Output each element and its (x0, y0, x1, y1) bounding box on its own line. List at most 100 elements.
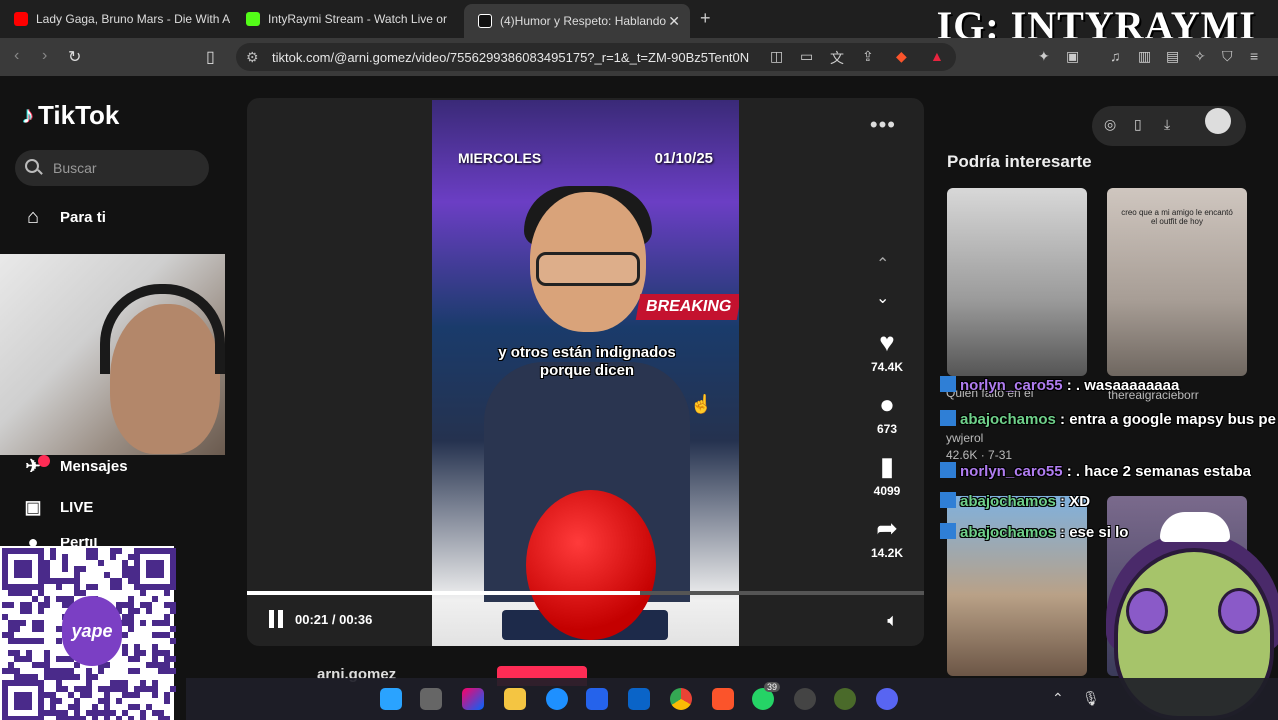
tab-title: Lady Gaga, Bruno Mars - Die With A (36, 12, 230, 26)
tiktok-note-icon: ♪ (22, 101, 34, 129)
share-button[interactable]: ➦ 14.2K (861, 514, 913, 560)
share-icon[interactable]: ⇪ (862, 48, 874, 65)
qr-module (62, 554, 68, 560)
qr-module (128, 704, 134, 710)
comment-button[interactable]: ● 673 (861, 390, 913, 436)
qr-module (50, 710, 56, 716)
forward-icon[interactable]: › (42, 47, 47, 65)
tab-tiktok[interactable]: (4)Humor y Respeto: Hablando ✕ (464, 4, 690, 38)
qr-module (122, 680, 128, 686)
qr-module (86, 710, 92, 716)
cast-icon[interactable]: ◫ (770, 48, 783, 65)
qr-module (140, 710, 146, 716)
bookmark-icon[interactable]: ▯ (206, 47, 215, 67)
file-explorer-icon[interactable] (504, 688, 526, 710)
sidebar-icon[interactable]: ▥ (1138, 48, 1151, 65)
save-count: 4099 (873, 484, 901, 498)
nav-item-messages[interactable]: ✈ Mensajes (20, 456, 127, 477)
qr-module (86, 686, 92, 692)
qr-module (128, 614, 134, 620)
menu-icon[interactable]: ≡ (1250, 48, 1258, 64)
like-button[interactable]: ♥ 74.4K (861, 328, 913, 374)
qr-module (20, 602, 26, 608)
qr-module (26, 602, 32, 608)
reload-icon[interactable]: ↻ (68, 47, 81, 67)
chat-text: : entra a google mapsy bus pe (1060, 411, 1276, 428)
tray-expand-icon[interactable]: ⌃ (1052, 690, 1064, 707)
qr-module (26, 704, 32, 710)
more-options-icon[interactable]: ••• (870, 112, 896, 138)
qr-module (56, 578, 62, 584)
site-settings-icon[interactable]: ⚙ (246, 49, 259, 66)
qr-module (50, 698, 56, 704)
obs-icon[interactable] (794, 688, 816, 710)
edge-icon[interactable] (546, 688, 568, 710)
tab-youtube[interactable]: Lady Gaga, Bruno Mars - Die With A (0, 4, 230, 34)
translate-icon[interactable]: 文 (830, 48, 844, 68)
coins-icon[interactable]: ◎ (1104, 116, 1116, 133)
qr-module (2, 566, 8, 572)
app-icon[interactable] (834, 688, 856, 710)
extensions-icon[interactable]: ✦ (1038, 48, 1050, 65)
video-day-label: MIERCOLES (458, 150, 542, 166)
video-player[interactable]: MIERCOLES 01/10/25 BREAKING y otros está… (247, 98, 924, 646)
task-view-icon[interactable] (420, 688, 442, 710)
previous-video-icon[interactable]: ⌃ (876, 254, 889, 274)
windows-start-icon[interactable] (380, 688, 402, 710)
tab-kick[interactable]: IntyRaymi Stream - Watch Live or (232, 4, 462, 34)
qr-module (74, 578, 80, 584)
tiktok-logo[interactable]: ♪ TikTok (22, 100, 119, 131)
qr-module (68, 716, 74, 720)
video-progress-bar[interactable] (247, 591, 924, 595)
qr-module (8, 590, 14, 596)
qr-module (170, 566, 176, 572)
screenshot-icon[interactable]: ▭ (800, 48, 813, 65)
chat-message: abajochamos : XD (940, 492, 1278, 510)
new-tab-button[interactable]: + (700, 8, 711, 29)
recommended-thumb[interactable]: creo que a mi amigo le encantó el outfit… (1107, 188, 1247, 376)
search-input[interactable]: Buscar (15, 150, 209, 186)
media-icon[interactable]: ♫ (1110, 48, 1121, 64)
bookmark-icon: ▮ (879, 451, 895, 481)
microphone-icon[interactable]: 🎙︎ (1082, 690, 1100, 707)
discord-icon[interactable] (876, 688, 898, 710)
vpn-icon[interactable]: ⛉ (1222, 48, 1233, 65)
qr-module (110, 710, 116, 716)
qr-module (116, 680, 122, 686)
close-tab-icon[interactable]: ✕ (668, 13, 680, 30)
pause-icon[interactable] (267, 610, 285, 628)
outlook-icon[interactable] (628, 688, 650, 710)
qr-module (38, 704, 44, 710)
qr-module (104, 716, 110, 720)
brave-rewards-icon[interactable]: ▲ (930, 48, 944, 64)
nav-item-profile[interactable]: ● Perfil (20, 538, 98, 546)
qr-module (20, 560, 26, 566)
qr-module (62, 560, 68, 566)
next-video-icon[interactable]: ⌄ (876, 288, 889, 308)
nav-item-live[interactable]: ▣ LIVE (20, 497, 93, 518)
save-button[interactable]: ▮ 4099 (861, 452, 913, 498)
brave-icon[interactable] (712, 688, 734, 710)
store-icon[interactable] (586, 688, 608, 710)
address-bar[interactable]: ⚙ tiktok.com/@arni.gomez/video/755629938… (236, 43, 956, 71)
user-avatar[interactable] (1205, 108, 1231, 134)
tab-search-icon[interactable]: ▤ (1166, 48, 1179, 65)
qr-module (158, 632, 164, 638)
brave-shield-icon[interactable]: ◆ (896, 48, 907, 65)
download-icon[interactable]: ⤓ (1164, 116, 1170, 133)
wallet-icon[interactable]: ▣ (1066, 48, 1079, 65)
video-frame[interactable]: MIERCOLES 01/10/25 BREAKING y otros está… (432, 100, 739, 646)
qr-module (92, 548, 98, 554)
qr-module (62, 656, 68, 662)
volume-icon[interactable]: 🔈︎ (887, 610, 898, 631)
qr-module (140, 590, 146, 596)
leo-icon[interactable]: ✧ (1194, 48, 1206, 65)
nav-item-for-you[interactable]: ⌂ Para ti (20, 206, 106, 229)
qr-module (104, 572, 110, 578)
chrome-icon[interactable] (670, 688, 692, 710)
copilot-icon[interactable] (462, 688, 484, 710)
recommended-thumb[interactable] (947, 188, 1087, 376)
qr-module (152, 686, 158, 692)
back-icon[interactable]: ‹ (14, 47, 19, 65)
device-icon[interactable]: ▯ (1134, 116, 1142, 133)
